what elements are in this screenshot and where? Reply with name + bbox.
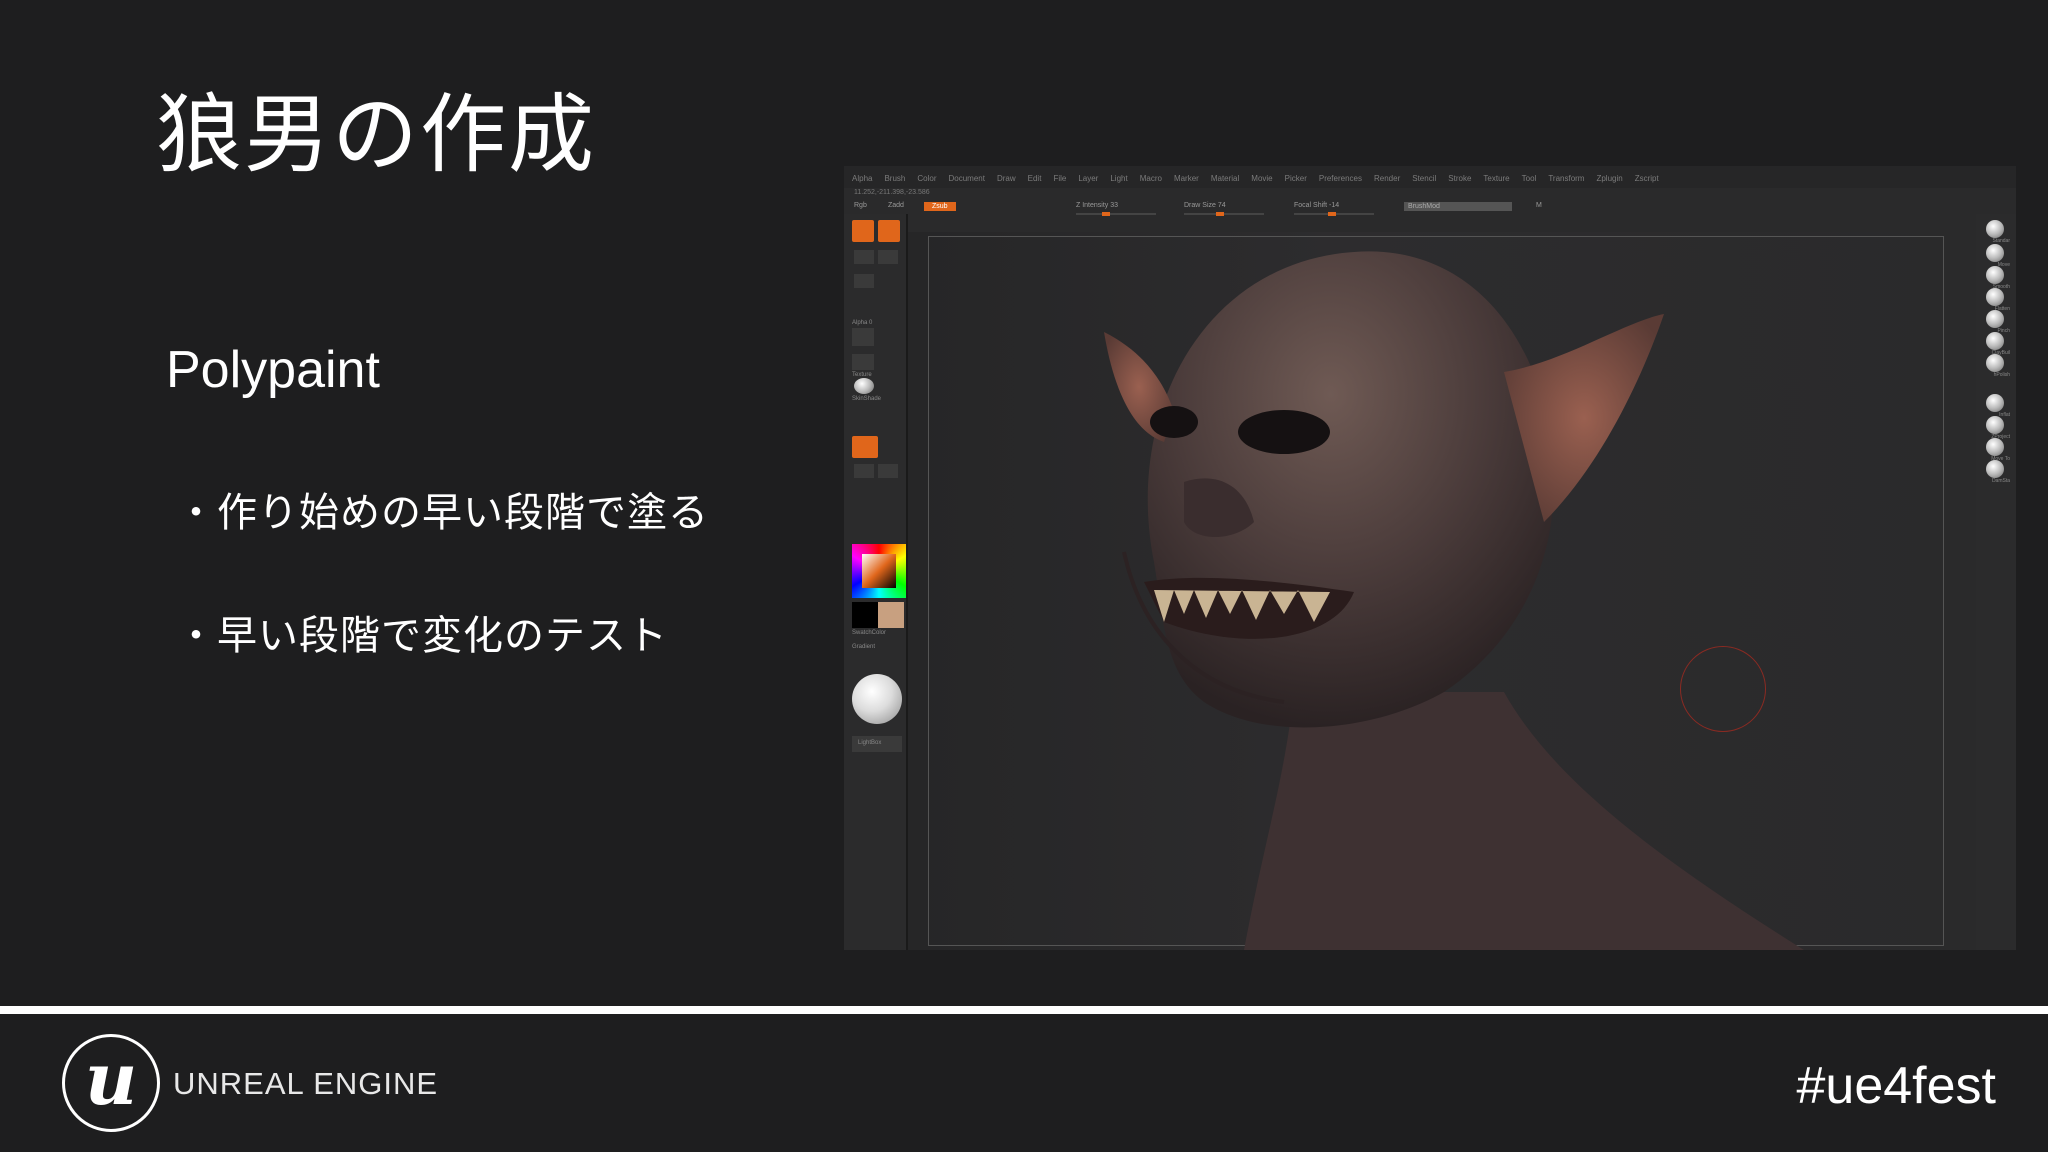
slider-knob[interactable] <box>1328 212 1336 216</box>
menu-item[interactable]: Draw <box>997 174 1016 188</box>
menu-item[interactable]: File <box>1053 174 1066 188</box>
menu-item[interactable]: Preferences <box>1319 174 1362 188</box>
scale-mode-button[interactable] <box>878 250 898 264</box>
lightbox-label: LightBox <box>858 740 882 746</box>
menu-item[interactable]: Alpha <box>852 174 872 188</box>
brushmod-slider[interactable]: BrushMod <box>1404 202 1512 211</box>
draw-mode-button[interactable] <box>878 220 900 242</box>
zadd-toggle[interactable]: Zadd <box>888 202 904 209</box>
slider-knob[interactable] <box>1216 212 1224 216</box>
menu-item[interactable]: Light <box>1110 174 1127 188</box>
brush-icon[interactable] <box>1986 394 2004 412</box>
menu-item[interactable]: Picker <box>1285 174 1307 188</box>
color-picker[interactable] <box>852 544 906 598</box>
brush-icon[interactable] <box>1986 310 2004 328</box>
polypaint-button[interactable] <box>852 436 878 458</box>
layer-button[interactable] <box>854 464 874 478</box>
slide-subtitle: Polypaint <box>166 341 380 399</box>
swatch-label: SwatchColor <box>852 630 887 636</box>
menu-item[interactable]: Document <box>949 174 985 188</box>
coordinate-readout: 11.252,-211.398,-23.586 <box>854 189 930 196</box>
move-mode-button[interactable] <box>854 250 874 264</box>
brush-cursor <box>1680 646 1766 732</box>
left-shelf: Alpha 0 Texture SkinShade SwatchColor Gr… <box>844 214 908 950</box>
brush-icon[interactable] <box>1986 244 2004 262</box>
menu-item[interactable]: Render <box>1374 174 1400 188</box>
menu-item[interactable]: Color <box>917 174 936 188</box>
slider-track <box>1184 213 1264 215</box>
zbrush-toolbar: Rgb Zadd Zsub Z Intensity 33 Draw Size 7… <box>844 200 2016 216</box>
secondary-color-swatch[interactable] <box>878 602 904 628</box>
layer-button[interactable] <box>878 464 898 478</box>
zbrush-screenshot: Alpha Brush Color Document Draw Edit File Layer… <box>844 166 2016 950</box>
menu-item[interactable]: Texture <box>1483 174 1509 188</box>
brush-icon[interactable] <box>1986 266 2004 284</box>
rotate-mode-button[interactable] <box>854 274 874 288</box>
menu-item[interactable]: Stroke <box>1448 174 1471 188</box>
right-shelf: Standar Move Smooth Flatten Pinch ClayBuil hPo… <box>1976 214 2016 950</box>
main-color-swatch[interactable] <box>852 602 878 628</box>
menu-item[interactable]: Material <box>1211 174 1239 188</box>
brush-icon[interactable] <box>1986 460 2004 478</box>
menu-item[interactable]: Zscript <box>1635 174 1659 188</box>
texture-thumbnail[interactable] <box>852 354 874 370</box>
footer-divider <box>0 1006 2048 1014</box>
zbrush-menubar: Alpha Brush Color Document Draw Edit File Layer… <box>844 166 2016 188</box>
lightbox-button[interactable]: LightBox <box>852 736 902 752</box>
brush-icon[interactable] <box>1986 288 2004 306</box>
menu-item[interactable]: Stencil <box>1412 174 1436 188</box>
brush-icon[interactable] <box>1986 416 2004 434</box>
bullet-item: ・早い段階で変化のテスト <box>176 613 668 659</box>
slider-knob[interactable] <box>1102 212 1110 216</box>
brand-name: UNREAL ENGINE <box>173 1066 439 1101</box>
brush-label: hPolish <box>1993 372 2010 378</box>
brush-label: DamSta <box>1991 478 2010 484</box>
event-hashtag: #ue4fest <box>1796 1057 1997 1115</box>
slider-track <box>1076 213 1156 215</box>
menu-item[interactable]: Marker <box>1174 174 1199 188</box>
slide-title: 狼男の作成 <box>156 85 596 185</box>
unreal-logo-letter: u <box>84 1036 138 1121</box>
brush-icon[interactable] <box>1986 220 2004 238</box>
brush-icon[interactable] <box>1986 354 2004 372</box>
edit-mode-button[interactable] <box>852 220 874 242</box>
menu-item[interactable]: Transform <box>1548 174 1584 188</box>
menu-item[interactable]: Zplugin <box>1596 174 1622 188</box>
draw-size-slider[interactable]: Draw Size 74 <box>1184 202 1226 209</box>
menu-item[interactable]: Layer <box>1078 174 1098 188</box>
menu-item[interactable]: Edit <box>1028 174 1042 188</box>
menu-item[interactable]: Movie <box>1251 174 1272 188</box>
alpha-thumbnail[interactable] <box>852 328 874 346</box>
material-thumbnail[interactable] <box>854 378 874 394</box>
bullet-item: ・作り始めの早い段階で塗る <box>176 490 709 536</box>
menu-item[interactable]: Brush <box>884 174 905 188</box>
gradient-label: Gradient <box>852 644 876 650</box>
zsub-toggle[interactable]: Zsub <box>924 202 956 211</box>
brush-icon[interactable] <box>1986 332 2004 350</box>
brush-icon[interactable] <box>1986 438 2004 456</box>
alpha-label: Alpha 0 <box>852 320 873 326</box>
material-ball[interactable] <box>852 674 902 724</box>
menu-item[interactable]: Macro <box>1140 174 1162 188</box>
focal-shift-slider[interactable]: Focal Shift -14 <box>1294 202 1339 209</box>
m-toggle[interactable]: M <box>1536 202 1542 209</box>
material-label: SkinShade <box>852 396 882 402</box>
z-intensity-slider[interactable]: Z Intensity 33 <box>1076 202 1118 209</box>
rgb-toggle[interactable]: Rgb <box>854 202 867 209</box>
menu-item[interactable]: Tool <box>1522 174 1537 188</box>
werewolf-sculpt-image <box>1104 251 1804 950</box>
brush-label: Inflat <box>1999 412 2010 418</box>
